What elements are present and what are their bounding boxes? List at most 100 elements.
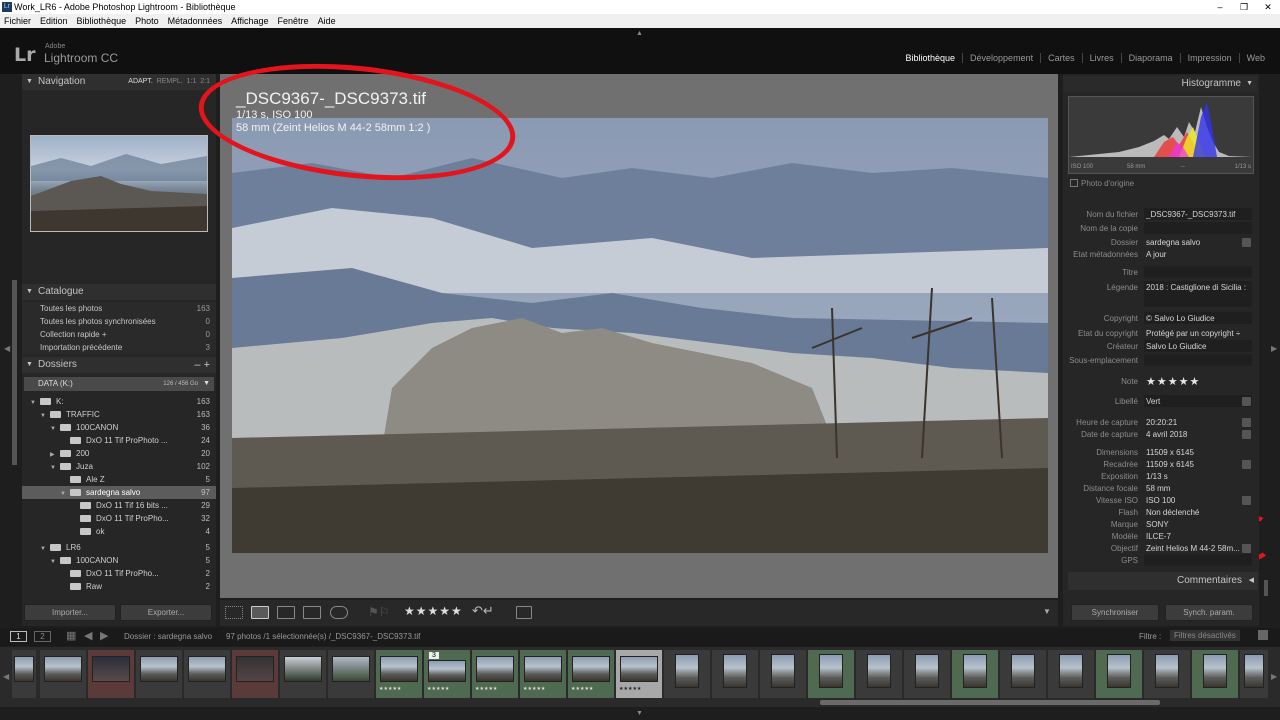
folders-header[interactable]: ▼ Dossiers – + — [22, 357, 216, 373]
filmstrip-source[interactable]: Dossier : sardegna salvo — [124, 632, 212, 641]
import-button[interactable]: Importer... — [24, 604, 116, 621]
folder-row[interactable]: Ale Z 5 — [22, 473, 216, 486]
histogram[interactable] — [1068, 96, 1254, 174]
minimize-button[interactable]: – — [1208, 0, 1232, 14]
module-cartes[interactable]: Cartes — [1040, 53, 1082, 63]
edit-capture-time-icon[interactable] — [1242, 418, 1251, 427]
edit-capture-date-icon[interactable] — [1242, 430, 1251, 439]
right-panel-scrollbar[interactable] — [1264, 580, 1268, 596]
filter-lens-icon[interactable] — [1242, 544, 1251, 553]
filmstrip-thumbnail[interactable] — [904, 650, 950, 698]
go-to-crop-icon[interactable] — [1242, 460, 1251, 469]
zoom-fill[interactable]: REMPL. — [157, 78, 183, 85]
filmstrip-thumbnail[interactable]: ★★★★★ — [568, 650, 614, 698]
filmstrip-thumbnail[interactable] — [1000, 650, 1046, 698]
filmstrip-thumbnail[interactable] — [328, 650, 374, 698]
filter-lock-icon[interactable] — [1258, 630, 1268, 640]
meta-field-copy-name[interactable] — [1144, 222, 1252, 234]
stack-count-badge[interactable]: 3 — [429, 652, 439, 659]
filmstrip-thumbnail[interactable] — [664, 650, 710, 698]
filmstrip-thumbnail[interactable]: ★★★★★ — [520, 650, 566, 698]
module-developpement[interactable]: Développement — [962, 53, 1040, 63]
export-button[interactable]: Exporter... — [120, 604, 212, 621]
filmstrip-thumbnail[interactable] — [1096, 650, 1142, 698]
filmstrip-thumbnail[interactable] — [1048, 650, 1094, 698]
flag-icons[interactable]: ⚑⚐ — [368, 605, 390, 619]
module-livres[interactable]: Livres — [1081, 53, 1121, 63]
folder-row[interactable]: Raw 2 — [22, 580, 216, 593]
volume-menu-icon[interactable]: ▼ — [203, 377, 210, 391]
survey-view-icon[interactable] — [303, 606, 321, 619]
filmstrip-thumbnail[interactable] — [712, 650, 758, 698]
maximize-button[interactable]: ❐ — [1232, 0, 1256, 14]
add-folder-icon[interactable]: – + — [194, 357, 210, 373]
catalog-row[interactable]: Toutes les photos synchronisées 0 — [22, 315, 216, 328]
filmstrip-thumbnail[interactable] — [1192, 650, 1238, 698]
filmstrip-thumbnail[interactable] — [856, 650, 902, 698]
grid-view-icon[interactable] — [225, 606, 243, 619]
filmstrip-thumbnail[interactable] — [1240, 650, 1268, 698]
menu-photo[interactable]: Photo — [135, 14, 159, 28]
menu-fenetre[interactable]: Fenêtre — [278, 14, 309, 28]
label-menu-icon[interactable] — [1242, 397, 1251, 406]
zoom-2-1[interactable]: 2:1 — [200, 78, 210, 85]
toolbar-options-icon[interactable]: ▼ — [1043, 607, 1051, 616]
filmstrip-right-arrow-icon[interactable]: ▶ — [1271, 672, 1277, 681]
catalog-row[interactable]: Collection rapide + 0 — [22, 328, 216, 341]
original-photo-checkbox[interactable]: Photo d'origine — [1070, 179, 1134, 188]
people-view-icon[interactable] — [330, 606, 348, 619]
close-button[interactable]: ✕ — [1256, 0, 1280, 14]
filmstrip-thumbnail[interactable] — [12, 650, 36, 698]
filmstrip-thumbnail[interactable] — [136, 650, 182, 698]
sync-settings-button[interactable]: Synch. param. — [1165, 604, 1253, 621]
navigator-preview-image[interactable] — [30, 135, 208, 232]
filmstrip-count[interactable]: 97 photos /1 sélectionnée(s) /_DSC9367-_… — [226, 632, 420, 641]
filmstrip-thumbnail-selected[interactable]: ★★★★★ — [616, 650, 662, 698]
histogram-header[interactable]: Histogramme ▼ — [1063, 76, 1257, 92]
filmstrip-thumbnail[interactable]: ★★★★★ — [376, 650, 422, 698]
rotate-icons[interactable]: ↶↵ — [472, 603, 494, 619]
right-panel-toggle-icon[interactable]: ▶ — [1271, 344, 1277, 353]
catalog-row[interactable]: Importation précédente 3 — [22, 341, 216, 354]
catalog-row[interactable]: Toutes les photos 163 — [22, 302, 216, 315]
module-impression[interactable]: Impression — [1179, 53, 1239, 63]
folder-row[interactable]: DxO 11 Tif ProPho... 32 — [22, 512, 216, 525]
zoom-fit[interactable]: ADAPT. — [128, 78, 153, 85]
main-photo[interactable] — [232, 118, 1048, 553]
filmstrip-thumbnail[interactable] — [184, 650, 230, 698]
crop-icon[interactable] — [516, 606, 532, 619]
menu-aide[interactable]: Aide — [318, 14, 336, 28]
filmstrip-left-arrow-icon[interactable]: ◀ — [3, 672, 9, 681]
sync-button[interactable]: Synchroniser — [1071, 604, 1159, 621]
filmstrip-thumbnail[interactable] — [40, 650, 86, 698]
top-panel-toggle-icon[interactable]: ▲ — [636, 30, 643, 37]
forward-arrow-icon[interactable]: ▶ — [100, 629, 108, 642]
filmstrip-thumbnail[interactable] — [88, 650, 134, 698]
filter-iso-icon[interactable] — [1242, 496, 1251, 505]
zoom-1-1[interactable]: 1:1 — [187, 78, 197, 85]
folder-row-selected[interactable]: ▼ sardegna salvo 97 — [22, 486, 216, 499]
filter-dropdown[interactable]: Filtres désactivés — [1170, 630, 1240, 641]
folder-row[interactable]: ▼ TRAFFIC 163 — [22, 408, 216, 421]
filmstrip-thumbnail[interactable] — [1144, 650, 1190, 698]
folder-row[interactable]: ▼ 100CANON 36 — [22, 421, 216, 434]
folder-row[interactable]: ▼ K: 163 — [22, 395, 216, 408]
menu-fichier[interactable]: Fichier — [4, 14, 31, 28]
menu-metadonnees[interactable]: Métadonnées — [168, 14, 223, 28]
loupe-view-icon[interactable] — [251, 606, 269, 619]
meta-value-copyright-status[interactable]: Protégé par un copyright ÷ — [1146, 329, 1240, 338]
folder-row[interactable]: DxO 11 Tif ProPhoto ... 24 — [22, 434, 216, 447]
folder-row[interactable]: ▼ 100CANON 5 — [22, 554, 216, 567]
folder-row[interactable]: DxO 11 Tif 16 bits ... 29 — [22, 499, 216, 512]
filmstrip-thumbnail[interactable]: ★★★★★ — [472, 650, 518, 698]
filmstrip-thumbnail[interactable] — [232, 650, 278, 698]
rating-stars-toolbar[interactable]: ★★★★★ — [404, 604, 463, 618]
meta-field-sublocation[interactable] — [1144, 354, 1252, 366]
left-panel-toggle-icon[interactable]: ◀ — [4, 344, 10, 353]
folder-row[interactable]: ▼ LR6 5 — [22, 541, 216, 554]
back-arrow-icon[interactable]: ◀ — [84, 629, 92, 642]
module-web[interactable]: Web — [1238, 53, 1272, 63]
folder-row[interactable]: ▶ 200 20 — [22, 447, 216, 460]
navigator-header[interactable]: ▼ Navigation ADAPT. REMPL. 1:1 2:1 — [22, 74, 216, 90]
grid-icon[interactable]: ▦ — [66, 629, 76, 642]
